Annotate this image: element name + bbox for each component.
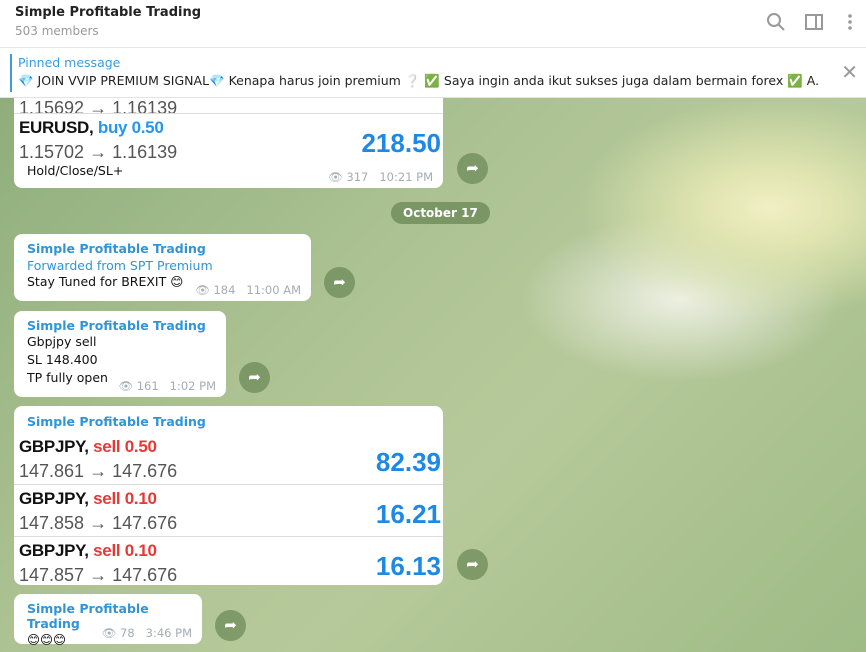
trade-profit: 82.39 (375, 447, 441, 477)
date-separator: October 17 (391, 202, 490, 224)
trade-row: EURUSD, buy 0.50 1.15702 → 1.16139 218.5… (14, 113, 443, 163)
message-signal: Simple Profitable Trading Gbpjpy sell SL… (14, 311, 226, 397)
pinned-bar (10, 54, 12, 92)
message-meta: 👁 161 1:02 PM (118, 379, 216, 393)
message-meta: 👁 184 11:00 AM (195, 283, 301, 297)
sidebar-toggle-icon[interactable] (804, 12, 824, 32)
trade-profit: 218.50 (361, 128, 441, 158)
search-icon[interactable] (766, 12, 786, 32)
trade-pair: GBPJPY, (19, 489, 89, 508)
forward-button[interactable]: ➦ (457, 153, 488, 184)
forward-button[interactable]: ➦ (215, 610, 246, 641)
trade-profit: 16.13 (375, 551, 441, 581)
trade-side: sell 0.10 (93, 541, 157, 560)
member-count: 503 members (15, 24, 99, 38)
trade-profit: 16.21 (375, 499, 441, 529)
trade-prices: 147.861 → 147.676 (19, 461, 178, 481)
eye-icon: 👁 (195, 283, 210, 297)
trade-pair: GBPJPY, (19, 541, 89, 560)
message-meta: 👁 317 10:21 PM (328, 170, 433, 184)
trade-side: buy 0.50 (97, 118, 164, 137)
more-menu-icon[interactable] (840, 12, 860, 32)
trade-pair: EURUSD, (19, 118, 94, 137)
pinned-message[interactable]: Pinned message 💎 JOIN VVIP PREMIUM SIGNA… (0, 48, 866, 98)
trade-pair: GBPJPY, (19, 437, 89, 456)
eye-icon: 👁 (118, 379, 134, 393)
message-caption: Hold/Close/SL+ (27, 163, 124, 178)
message-emoji: Simple Profitable Trading 😊😊😊 👁 78 3:46 … (14, 594, 202, 647)
trade-row: GBPJPY, sell 0.10 147.858 → 147.676 16.2… (14, 485, 443, 537)
trade-row: GBPJPY, sell 0.50 147.861 → 147.676 82.3… (14, 433, 443, 485)
trade-prices: 147.857 → 147.676 (19, 565, 178, 585)
eye-icon: 👁 (101, 626, 117, 640)
message-line: SL 148.400 (27, 352, 98, 367)
pinned-label: Pinned message (18, 55, 121, 70)
forward-button[interactable]: ➦ (324, 267, 355, 298)
sender-name[interactable]: Simple Profitable Trading (27, 318, 213, 333)
close-icon[interactable]: ✕ (841, 60, 858, 84)
trade-prices: 147.858 → 147.676 (19, 513, 178, 533)
message-list[interactable]: 1.15692 → 1.16139 EURUSD, buy 0.50 1.157… (0, 98, 866, 652)
sender-name[interactable]: Simple Profitable Trading (27, 241, 298, 256)
pinned-text: 💎 JOIN VVIP PREMIUM SIGNAL💎 Kenapa harus… (18, 73, 818, 88)
chat-header: Simple Profitable Trading 503 members (0, 0, 866, 48)
eye-icon: 👁 (328, 170, 343, 184)
forward-button[interactable]: ➦ (239, 362, 270, 393)
trade-prices: 1.15702 → 1.16139 (19, 142, 178, 162)
forward-button[interactable]: ➦ (457, 549, 488, 580)
message-eurusd: 1.15692 → 1.16139 EURUSD, buy 0.50 1.157… (14, 98, 443, 188)
message-trades: Simple Profitable Trading GBPJPY, sell 0… (14, 406, 443, 585)
sender-name[interactable]: Simple Profitable Trading (27, 414, 206, 429)
trade-side: sell 0.10 (93, 489, 157, 508)
channel-title[interactable]: Simple Profitable Trading (15, 5, 201, 20)
message-forwarded: Simple Profitable Trading Forwarded from… (14, 234, 311, 301)
message-meta: 👁 78 3:46 PM (101, 626, 192, 640)
trade-side: sell 0.50 (93, 437, 157, 456)
forwarded-from[interactable]: Forwarded from SPT Premium (27, 258, 298, 273)
message-line: Gbpjpy sell (27, 334, 97, 349)
trade-row: GBPJPY, sell 0.10 147.857 → 147.676 16.1… (14, 537, 443, 585)
